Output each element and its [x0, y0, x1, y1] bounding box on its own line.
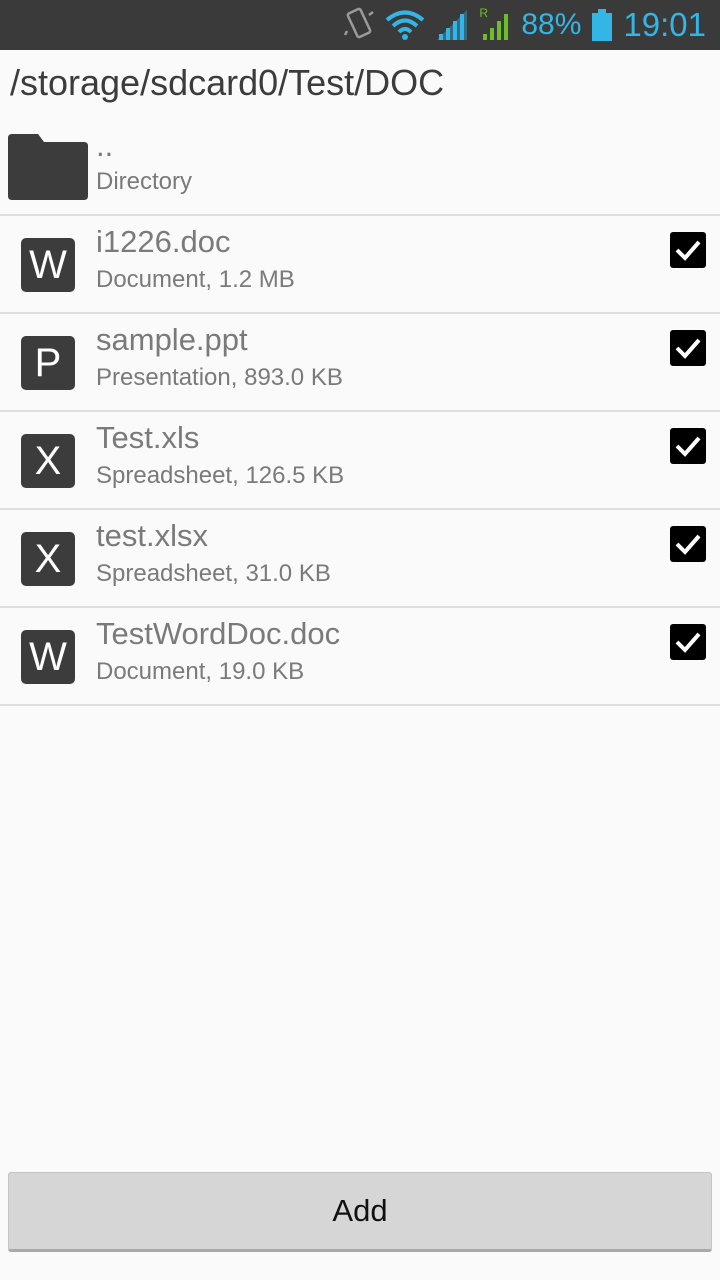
file-name: i1226.doc [96, 224, 231, 259]
file-checkbox[interactable] [670, 232, 706, 268]
parent-directory-type: Directory [96, 168, 193, 195]
file-details: Document, 19.0 KB [96, 658, 305, 685]
wifi-icon [385, 9, 425, 41]
file-row[interactable]: W i1226.doc Document, 1.2 MB [0, 216, 720, 314]
battery-percent: 88% [521, 8, 582, 41]
current-path: /storage/sdcard0/Test/DOC [10, 62, 445, 103]
checkmark-icon [675, 632, 701, 653]
file-checkbox[interactable] [670, 330, 706, 366]
file-name: TestWordDoc.doc [96, 616, 341, 651]
parent-directory-row[interactable]: .. Directory [0, 128, 720, 216]
word-document-icon: W [21, 630, 75, 684]
file-list: .. Directory W i1226.doc Document, 1.2 M… [0, 128, 720, 706]
file-row[interactable]: X test.xlsx Spreadsheet, 31.0 KB [0, 510, 720, 608]
checkmark-icon [675, 338, 701, 359]
word-document-icon: W [21, 238, 75, 292]
presentation-icon: P [21, 336, 75, 390]
checkmark-icon [675, 240, 701, 261]
file-details: Presentation, 893.0 KB [96, 364, 343, 391]
file-row[interactable]: X Test.xls Spreadsheet, 126.5 KB [0, 412, 720, 510]
status-bar: R 88% 19:01 [0, 0, 720, 50]
roaming-signal-icon: R [479, 6, 513, 40]
battery-icon [591, 9, 613, 41]
file-checkbox[interactable] [670, 624, 706, 660]
file-row[interactable]: W TestWordDoc.doc Document, 19.0 KB [0, 608, 720, 706]
file-checkbox[interactable] [670, 526, 706, 562]
file-details: Spreadsheet, 31.0 KB [96, 560, 331, 587]
spreadsheet-icon: X [21, 532, 75, 586]
file-row[interactable]: P sample.ppt Presentation, 893.0 KB [0, 314, 720, 412]
checkmark-icon [675, 534, 701, 555]
spreadsheet-icon: X [21, 434, 75, 488]
file-name: sample.ppt [96, 322, 248, 357]
file-details: Spreadsheet, 126.5 KB [96, 462, 345, 489]
file-details: Document, 1.2 MB [96, 266, 295, 293]
roaming-label: R [479, 6, 489, 20]
file-checkbox[interactable] [670, 428, 706, 464]
parent-directory-name: .. [96, 128, 114, 163]
clock: 19:01 [623, 6, 706, 43]
file-name: Test.xls [96, 420, 200, 455]
add-button[interactable]: Add [8, 1172, 712, 1252]
signal-icon [435, 10, 469, 40]
checkmark-icon [675, 436, 701, 457]
vibrate-icon [343, 7, 375, 43]
folder-icon [8, 134, 88, 205]
file-name: test.xlsx [96, 518, 208, 553]
